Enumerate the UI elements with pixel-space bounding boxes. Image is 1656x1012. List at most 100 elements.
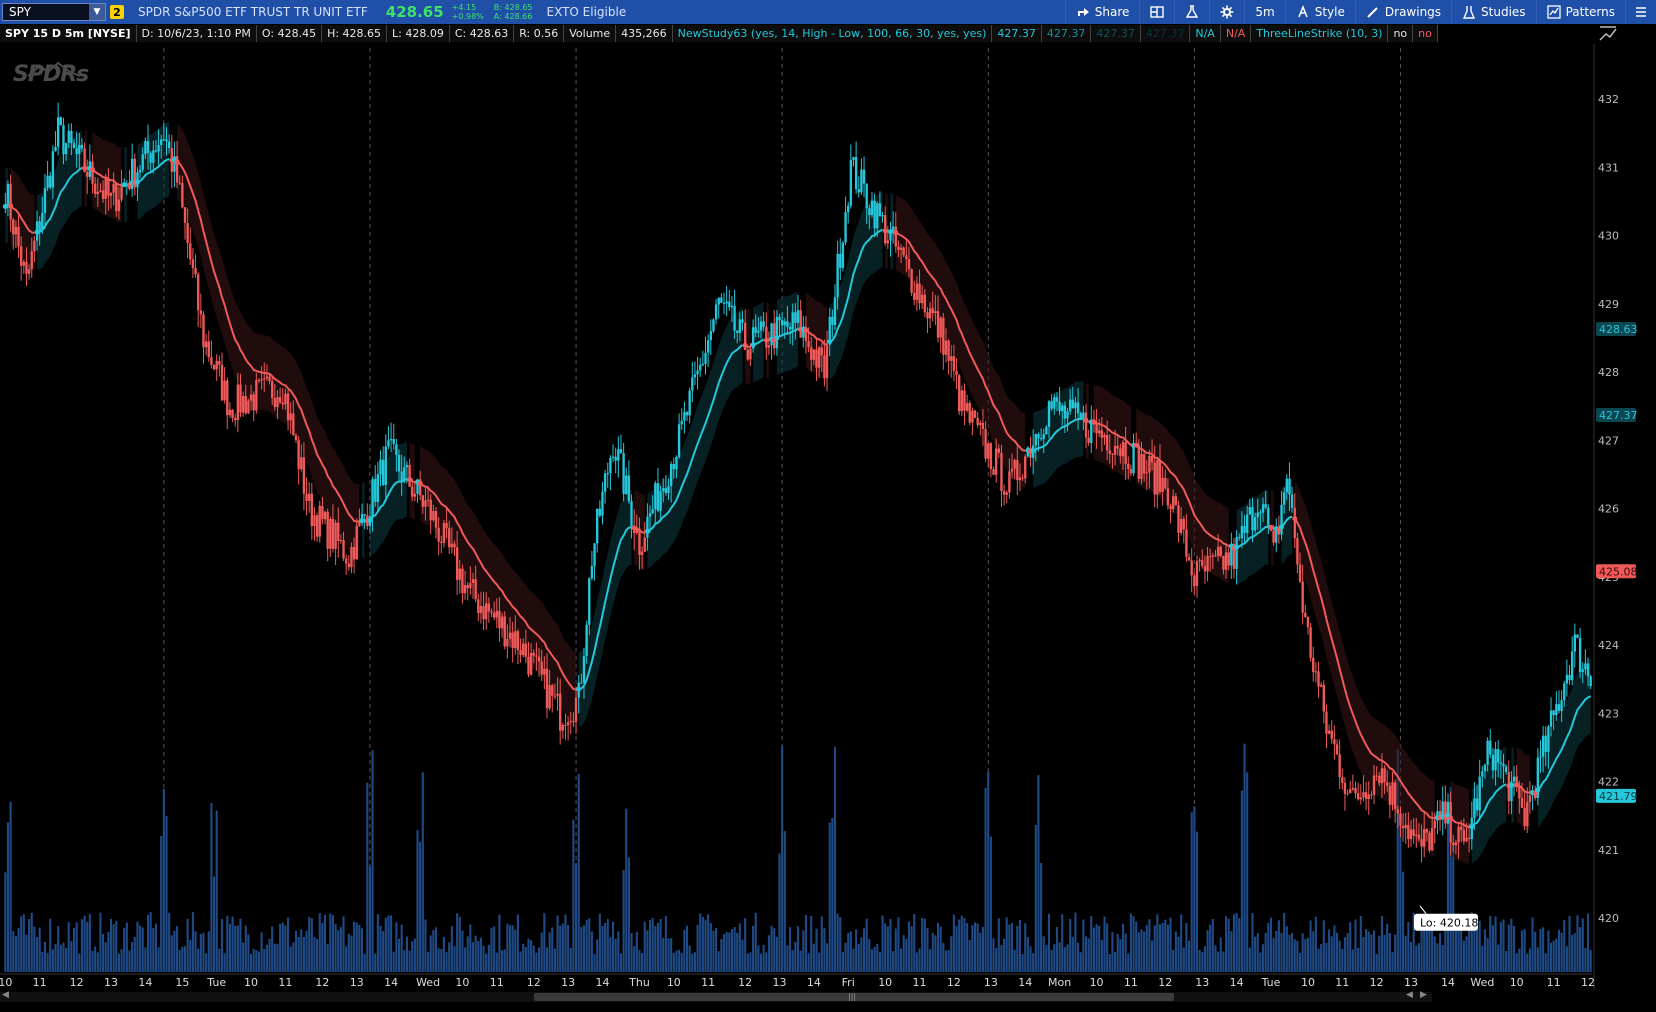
volume-bar	[744, 918, 747, 972]
candle-body	[141, 154, 144, 170]
volume-bar	[1055, 927, 1058, 972]
candle-body	[1039, 438, 1043, 440]
volume-bar	[1328, 929, 1331, 972]
candle-body	[487, 603, 491, 612]
x-tick-label: 13	[561, 976, 575, 989]
volume-bar	[181, 946, 184, 972]
candle-body	[1430, 828, 1434, 851]
patterns-button[interactable]: Patterns	[1535, 0, 1625, 24]
candle-body	[1457, 826, 1460, 843]
scroll-left-icon[interactable]: ◀	[2, 990, 9, 1000]
volume-bar	[567, 924, 570, 972]
candle-body	[1465, 837, 1468, 842]
scroll-end-icon[interactable]: ▶	[1420, 990, 1427, 1000]
candle-body	[1127, 463, 1130, 470]
candle-body	[1343, 782, 1347, 794]
candle-body	[1486, 740, 1489, 765]
candle-body	[265, 376, 269, 379]
candle-body	[902, 247, 905, 256]
volume-bar	[860, 937, 863, 972]
volume-bar	[83, 915, 86, 972]
chevron-down-icon[interactable]: ▼	[89, 4, 105, 20]
symbol-input[interactable]: SPY ▼	[2, 3, 106, 21]
candle-body	[699, 364, 702, 371]
volume-bar	[434, 927, 438, 972]
candle-body	[1565, 674, 1569, 684]
chart-mode-icon[interactable]	[1596, 24, 1620, 44]
candle-body	[881, 215, 884, 217]
volume-bar	[1436, 943, 1439, 972]
candle-body	[1520, 798, 1524, 808]
volume-bar	[1349, 922, 1352, 972]
study-newstudy63[interactable]: NewStudy63 (yes, 14, High - Low, 100, 66…	[672, 25, 993, 42]
candle-body	[506, 638, 509, 647]
x-tick-label: 11	[701, 976, 715, 989]
settings-button[interactable]	[1209, 0, 1244, 24]
volume-bar	[794, 941, 797, 972]
band-segment-20	[578, 489, 632, 727]
menu-button[interactable]	[1625, 0, 1656, 24]
drawings-button[interactable]: Drawings	[1354, 0, 1451, 24]
volume-bar	[1045, 945, 1048, 972]
candle-body	[1140, 454, 1143, 479]
candle-body	[1528, 795, 1532, 802]
volume-bar	[46, 952, 49, 972]
volume-bar	[899, 948, 903, 972]
study2-value-1: no	[1388, 25, 1414, 42]
candle-body	[310, 493, 314, 527]
volume-label[interactable]: Volume	[564, 25, 617, 42]
candle-body	[1248, 507, 1252, 515]
volume-bar	[1341, 948, 1344, 972]
volume-bar	[376, 913, 379, 972]
candle-body	[712, 319, 715, 332]
candle-body	[1362, 792, 1365, 798]
candle-body	[1462, 829, 1466, 842]
volume-bar	[971, 925, 974, 972]
x-tick-label: 12	[315, 976, 329, 989]
candle-body	[413, 493, 417, 497]
volume-bar	[693, 952, 697, 972]
timeframe-button[interactable]: 5m	[1244, 0, 1284, 24]
volume-bar	[936, 922, 940, 972]
study-threelinestrike[interactable]: ThreeLineStrike (10, 3)	[1251, 25, 1389, 42]
candle-body	[651, 509, 654, 514]
volume-bar	[633, 946, 636, 972]
candle-body	[273, 398, 277, 408]
candle-body	[1446, 801, 1450, 824]
candle-body	[51, 151, 55, 188]
volume-bar	[205, 953, 208, 972]
link-group-badge[interactable]: 2	[110, 5, 124, 19]
candle-body	[894, 226, 897, 247]
scroll-right-icon[interactable]: ◀	[1406, 990, 1413, 1000]
candle-body	[646, 516, 649, 538]
candle-body	[1526, 801, 1529, 827]
candle-body	[1111, 453, 1114, 455]
time-axis: 10 11 12 13 14 15 Tue 10 11 12 13 14 Wed 10 11 12 13 14 Th…	[0, 973, 1595, 989]
volume-bar	[1301, 933, 1304, 972]
volume-bar	[707, 914, 710, 972]
candle-body	[1121, 442, 1125, 457]
flexible-grid-button[interactable]	[1139, 0, 1174, 24]
volume-bar	[1343, 937, 1347, 972]
volume-bar	[1161, 922, 1164, 972]
candle-body	[931, 308, 934, 313]
candle-body	[957, 375, 961, 412]
candle-body	[1132, 444, 1135, 474]
volume-bar	[648, 920, 652, 972]
candle-body	[363, 514, 366, 516]
volume-bar	[1407, 921, 1410, 972]
style-button[interactable]: Style	[1284, 0, 1355, 24]
signal-dot-47	[1268, 524, 1274, 530]
candle-body	[1356, 793, 1360, 800]
lab-button[interactable]	[1174, 0, 1209, 24]
studies-button[interactable]: Studies	[1451, 0, 1536, 24]
volume-bar	[1021, 953, 1024, 972]
volume-bar	[136, 921, 139, 972]
candle-body	[194, 267, 197, 275]
candle-body	[1425, 829, 1429, 833]
share-button[interactable]: Share	[1064, 0, 1140, 24]
price-chart[interactable]: 432431430429428427426425424423422421420 …	[0, 44, 1656, 990]
signal-dot-3	[82, 165, 88, 171]
volume-bar	[289, 946, 292, 972]
candle-body	[944, 340, 948, 355]
